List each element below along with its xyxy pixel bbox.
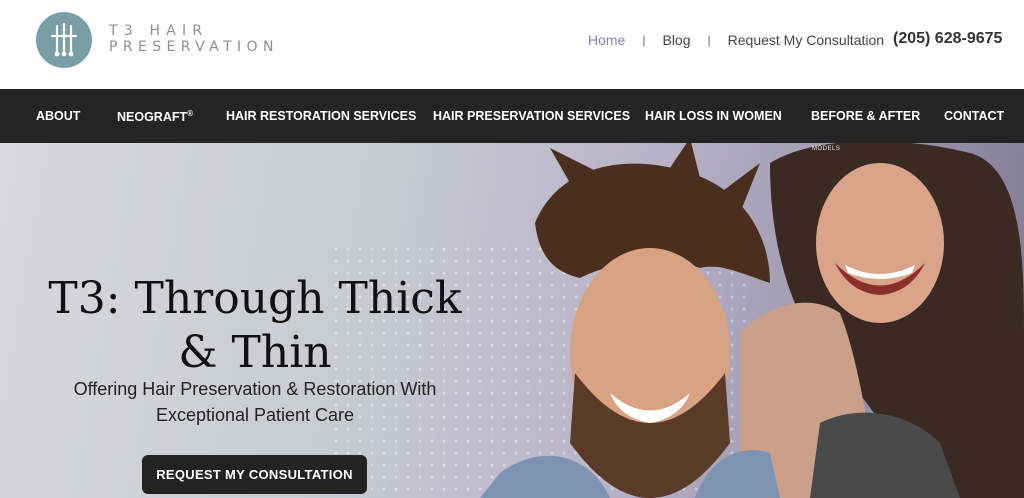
hero-photo bbox=[480, 143, 1024, 498]
top-link-consultation[interactable]: Request My Consultation bbox=[728, 32, 884, 48]
brand-logo[interactable]: T3 HAIR PRESERVATION bbox=[109, 23, 279, 55]
nav-hair-preservation[interactable]: HAIR PRESERVATION SERVICES bbox=[433, 109, 630, 123]
hero-subtitle-line1: Offering Hair Preservation & Restoration… bbox=[73, 379, 437, 399]
hero-title-line2: & Thin bbox=[178, 327, 332, 378]
models-disclaimer: MODELS bbox=[812, 146, 841, 152]
link-separator: | bbox=[642, 33, 646, 47]
nav-before-after[interactable]: BEFORE & AFTER bbox=[811, 109, 920, 123]
main-nav: ABOUT NEOGRAFT® HAIR RESTORATION SERVICE… bbox=[0, 89, 1024, 143]
nav-neograft-label: NEOGRAFT bbox=[117, 110, 188, 125]
hair-follicle-icon[interactable] bbox=[36, 12, 92, 68]
hero-banner: T3: Through Thick & Thin Offering Hair P… bbox=[0, 143, 1024, 498]
registered-mark: ® bbox=[187, 109, 194, 118]
nav-neograft[interactable]: NEOGRAFT® bbox=[117, 109, 193, 124]
phone-number[interactable]: (205) 628-9675 bbox=[893, 30, 1002, 48]
hero-subtitle-line2: Exceptional Patient Care bbox=[155, 405, 355, 425]
top-link-blog[interactable]: Blog bbox=[662, 32, 690, 48]
request-consultation-button[interactable]: REQUEST MY CONSULTATION bbox=[142, 455, 367, 494]
site-header: T3 HAIR PRESERVATION Home | Blog | Reque… bbox=[0, 0, 1024, 89]
link-separator: | bbox=[707, 33, 711, 47]
brand-line2: PRESERVATION bbox=[109, 39, 279, 55]
brand-line1: T3 HAIR bbox=[109, 23, 209, 39]
hero-subtitle: Offering Hair Preservation & Restoration… bbox=[40, 376, 470, 428]
nav-hair-restoration[interactable]: HAIR RESTORATION SERVICES bbox=[226, 109, 416, 123]
top-link-home[interactable]: Home bbox=[588, 32, 625, 48]
nav-contact[interactable]: CONTACT bbox=[944, 109, 1004, 123]
hero-title-line1: T3: Through Thick bbox=[48, 273, 462, 324]
hero-title: T3: Through Thick & Thin bbox=[40, 272, 470, 380]
top-links: Home | Blog | Request My Consultation bbox=[588, 32, 884, 48]
nav-hair-loss-women[interactable]: HAIR LOSS IN WOMEN bbox=[645, 109, 782, 123]
nav-about[interactable]: ABOUT bbox=[36, 109, 80, 123]
